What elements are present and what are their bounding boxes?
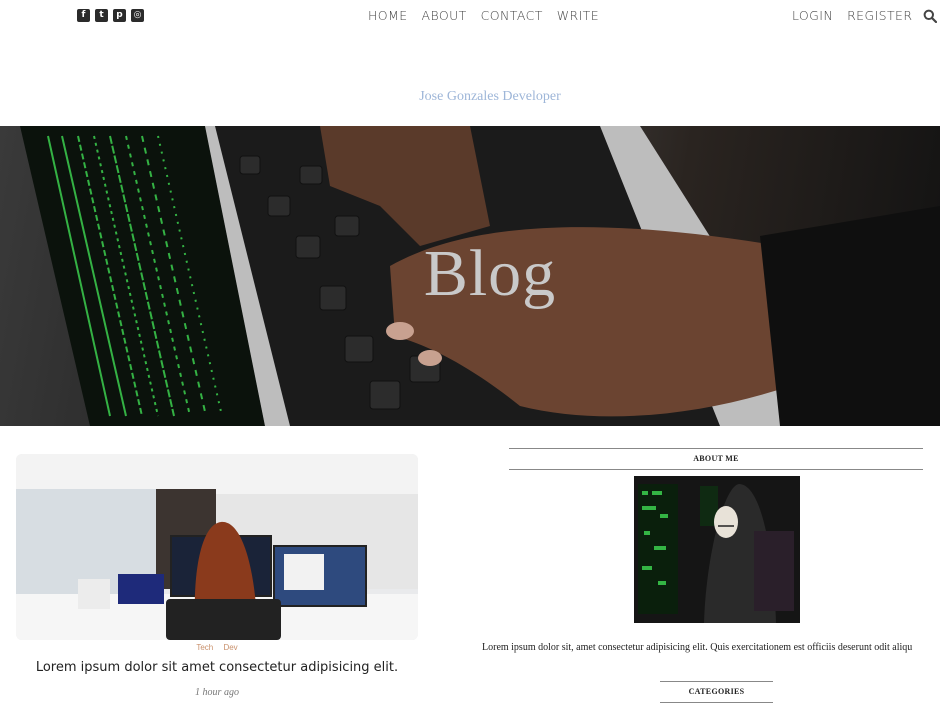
auth-links: LOGIN REGISTER xyxy=(792,8,912,23)
hero-banner: Blog xyxy=(0,126,940,426)
about-me-photo xyxy=(634,476,800,623)
categories-heading: CATEGORIES xyxy=(660,681,773,703)
post-title[interactable]: Lorem ipsum dolor sit amet consectetur a… xyxy=(0,660,434,675)
hacker-image xyxy=(634,476,800,623)
nav-write-link[interactable]: WRITE xyxy=(557,8,599,23)
twitter-icon[interactable]: t xyxy=(95,9,108,22)
login-link[interactable]: LOGIN xyxy=(792,8,833,23)
about-me-text: Lorem ipsum dolor sit, amet consectetur … xyxy=(482,642,913,653)
post-image xyxy=(16,454,418,640)
about-me-heading: ABOUT ME xyxy=(509,448,923,470)
nav-contact-link[interactable]: CONTACT xyxy=(481,8,543,23)
tag-dev[interactable]: Dev xyxy=(223,643,237,652)
search-icon[interactable] xyxy=(923,9,937,23)
nav-about-link[interactable]: ABOUT xyxy=(422,8,467,23)
social-links: f t p ◎ xyxy=(77,9,144,22)
site-name: Jose Gonzales Developer xyxy=(419,89,561,104)
post-time: 1 hour ago xyxy=(195,687,239,698)
tag-tech[interactable]: Tech xyxy=(196,643,213,652)
pinterest-icon[interactable]: p xyxy=(113,9,126,22)
main-nav: HOME ABOUT CONTACT WRITE xyxy=(368,8,599,23)
top-navbar: f t p ◎ HOME ABOUT CONTACT WRITE LOGIN R… xyxy=(0,0,940,32)
facebook-icon[interactable]: f xyxy=(77,9,90,22)
nav-home-link[interactable]: HOME xyxy=(368,8,408,23)
post-tags: Tech Dev xyxy=(0,643,434,652)
instagram-icon[interactable]: ◎ xyxy=(131,9,144,22)
post-thumbnail[interactable] xyxy=(16,454,418,640)
hero-title: Blog xyxy=(423,237,557,310)
register-link[interactable]: REGISTER xyxy=(847,8,912,23)
